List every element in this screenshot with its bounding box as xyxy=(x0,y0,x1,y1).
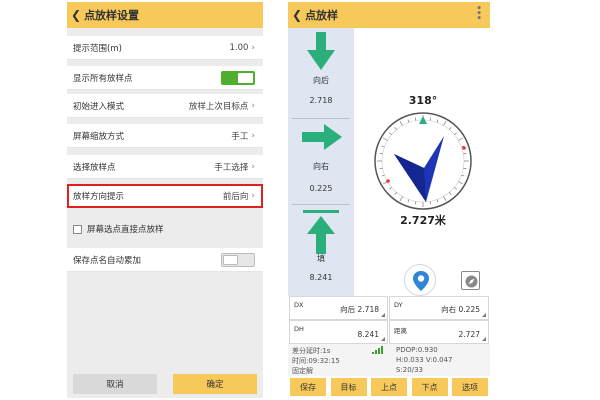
field-dy[interactable]: DY 向右 0.225 xyxy=(389,296,489,320)
compass-icon xyxy=(374,112,472,210)
screen-select-checkbox[interactable] xyxy=(73,224,82,234)
chevron-right-icon: › xyxy=(251,42,255,53)
setting-label: 显示所有放样点 xyxy=(73,73,133,84)
setting-value: 手工 xyxy=(231,131,249,142)
signal-icon xyxy=(372,346,383,354)
checkbox-label: 屏幕选点直接点放样 xyxy=(87,225,164,235)
pdop: PDOP:0.930 xyxy=(396,346,438,354)
chevron-right-icon: › xyxy=(251,190,255,201)
setting-value: 手工选择 xyxy=(214,162,249,173)
setting-direction-hint[interactable]: 放样方向提示 前后向 › xyxy=(67,184,263,208)
field-dh[interactable]: DH 8.241 xyxy=(289,320,388,344)
setting-select-point[interactable]: 选择放样点 手工选择 › xyxy=(67,155,263,179)
direction-label-right: 向右 xyxy=(313,162,329,171)
location-pin-icon xyxy=(413,271,429,291)
direction-label-back: 向后 xyxy=(313,76,329,85)
stakeout-header: ❮ 点放样 • • • xyxy=(288,2,490,28)
solution-type: 固定解 xyxy=(292,367,313,375)
arrow-right-icon xyxy=(302,124,342,150)
field-value: 向后 2.718 xyxy=(340,305,379,314)
field-key: 距离 xyxy=(394,327,407,335)
satellites: S:20/33 xyxy=(396,366,423,374)
stakeout-toolbar: 保存 目标 上点 下点 选项 xyxy=(288,376,490,398)
locate-button[interactable] xyxy=(404,264,436,296)
chevron-right-icon: › xyxy=(251,130,255,141)
field-key: DY xyxy=(394,301,403,309)
setting-screen-zoom[interactable]: 屏幕缩放方式 手工 › xyxy=(67,124,263,148)
screen-select-stakeout-option[interactable]: 屏幕选点直接点放样 xyxy=(67,219,263,239)
setting-value: 前后向 xyxy=(222,191,249,202)
heading-readout: 318° xyxy=(408,94,438,107)
navigation-button[interactable] xyxy=(461,271,480,290)
auto-increment-toggle[interactable] xyxy=(221,252,255,267)
settings-screen: ❮ 点放样设置 提示范围(m) 1.00 › 显示所有放样点 初始进入模式 放样上… xyxy=(67,2,263,398)
setting-label: 保存点名自动累加 xyxy=(73,255,142,266)
field-dx[interactable]: DX 向后 2.718 xyxy=(289,296,388,320)
compass-nav-icon xyxy=(465,275,478,288)
stakeout-title: 点放样 xyxy=(305,9,339,22)
field-value: 向右 0.225 xyxy=(441,305,480,314)
compass-area: 318° 2.727米 xyxy=(354,28,490,296)
stakeout-screen: ❮ 点放样 • • • 向后 2.718 向右 0.225 填 8.241 318° xyxy=(288,2,490,398)
back-icon[interactable]: ❮ xyxy=(71,8,81,22)
setting-label: 选择放样点 xyxy=(73,162,116,173)
chevron-right-icon: › xyxy=(251,100,255,111)
direction-value-back: 2.718 xyxy=(309,96,333,105)
ok-button[interactable]: 确定 xyxy=(173,374,257,394)
direction-panel: 向后 2.718 向右 0.225 填 8.241 xyxy=(288,28,354,296)
setting-value: 放样上次目标点 xyxy=(188,101,249,112)
setting-auto-increment: 保存点名自动累加 xyxy=(67,248,263,272)
hv-precision: H:0.033 V:0.047 xyxy=(396,356,453,364)
more-menu-icon[interactable]: • • • xyxy=(476,5,482,24)
options-button[interactable]: 选项 xyxy=(452,378,488,396)
save-button[interactable]: 保存 xyxy=(290,378,326,396)
settings-footer: 取消 确定 xyxy=(67,374,263,398)
back-icon[interactable]: ❮ xyxy=(292,8,302,22)
direction-label-fill: 填 xyxy=(317,254,325,263)
setting-label: 屏幕缩放方式 xyxy=(73,131,125,142)
direction-value-right: 0.225 xyxy=(309,184,333,193)
setting-label: 提示范围(m) xyxy=(73,43,122,54)
setting-label: 初始进入模式 xyxy=(73,101,125,112)
setting-label: 放样方向提示 xyxy=(73,191,125,202)
next-point-button[interactable]: 下点 xyxy=(411,378,448,396)
previous-point-button[interactable]: 上点 xyxy=(371,378,407,396)
arrow-up-fill-icon xyxy=(303,210,339,254)
diff-delay: 差分延时:1s xyxy=(292,347,331,355)
settings-title: 点放样设置 xyxy=(84,9,140,22)
show-all-points-toggle[interactable] xyxy=(221,70,255,85)
field-value: 2.727 xyxy=(458,330,480,339)
field-key: DH xyxy=(294,325,304,333)
distance-readout: 2.727米 xyxy=(400,214,446,227)
gnss-time: 时间:09:32:15 xyxy=(292,357,340,365)
setting-initial-mode[interactable]: 初始进入模式 放样上次目标点 › xyxy=(67,94,263,118)
setting-hint-range[interactable]: 提示范围(m) 1.00 › xyxy=(67,36,263,60)
cancel-button[interactable]: 取消 xyxy=(73,374,157,394)
field-distance[interactable]: 距离 2.727 xyxy=(389,320,489,344)
setting-show-all-points: 显示所有放样点 xyxy=(67,66,263,90)
setting-value: 1.00 xyxy=(229,42,249,53)
gnss-status: 差分延时:1s 时间:09:32:15 固定解 PDOP:0.930 H:0.0… xyxy=(288,344,490,376)
field-value: 8.241 xyxy=(357,330,379,339)
target-button[interactable]: 目标 xyxy=(330,378,367,396)
settings-header: ❮ 点放样设置 xyxy=(67,2,263,28)
chevron-right-icon: › xyxy=(251,161,255,172)
direction-value-fill: 8.241 xyxy=(309,273,333,282)
field-key: DX xyxy=(294,301,304,309)
arrow-down-icon xyxy=(307,32,335,70)
